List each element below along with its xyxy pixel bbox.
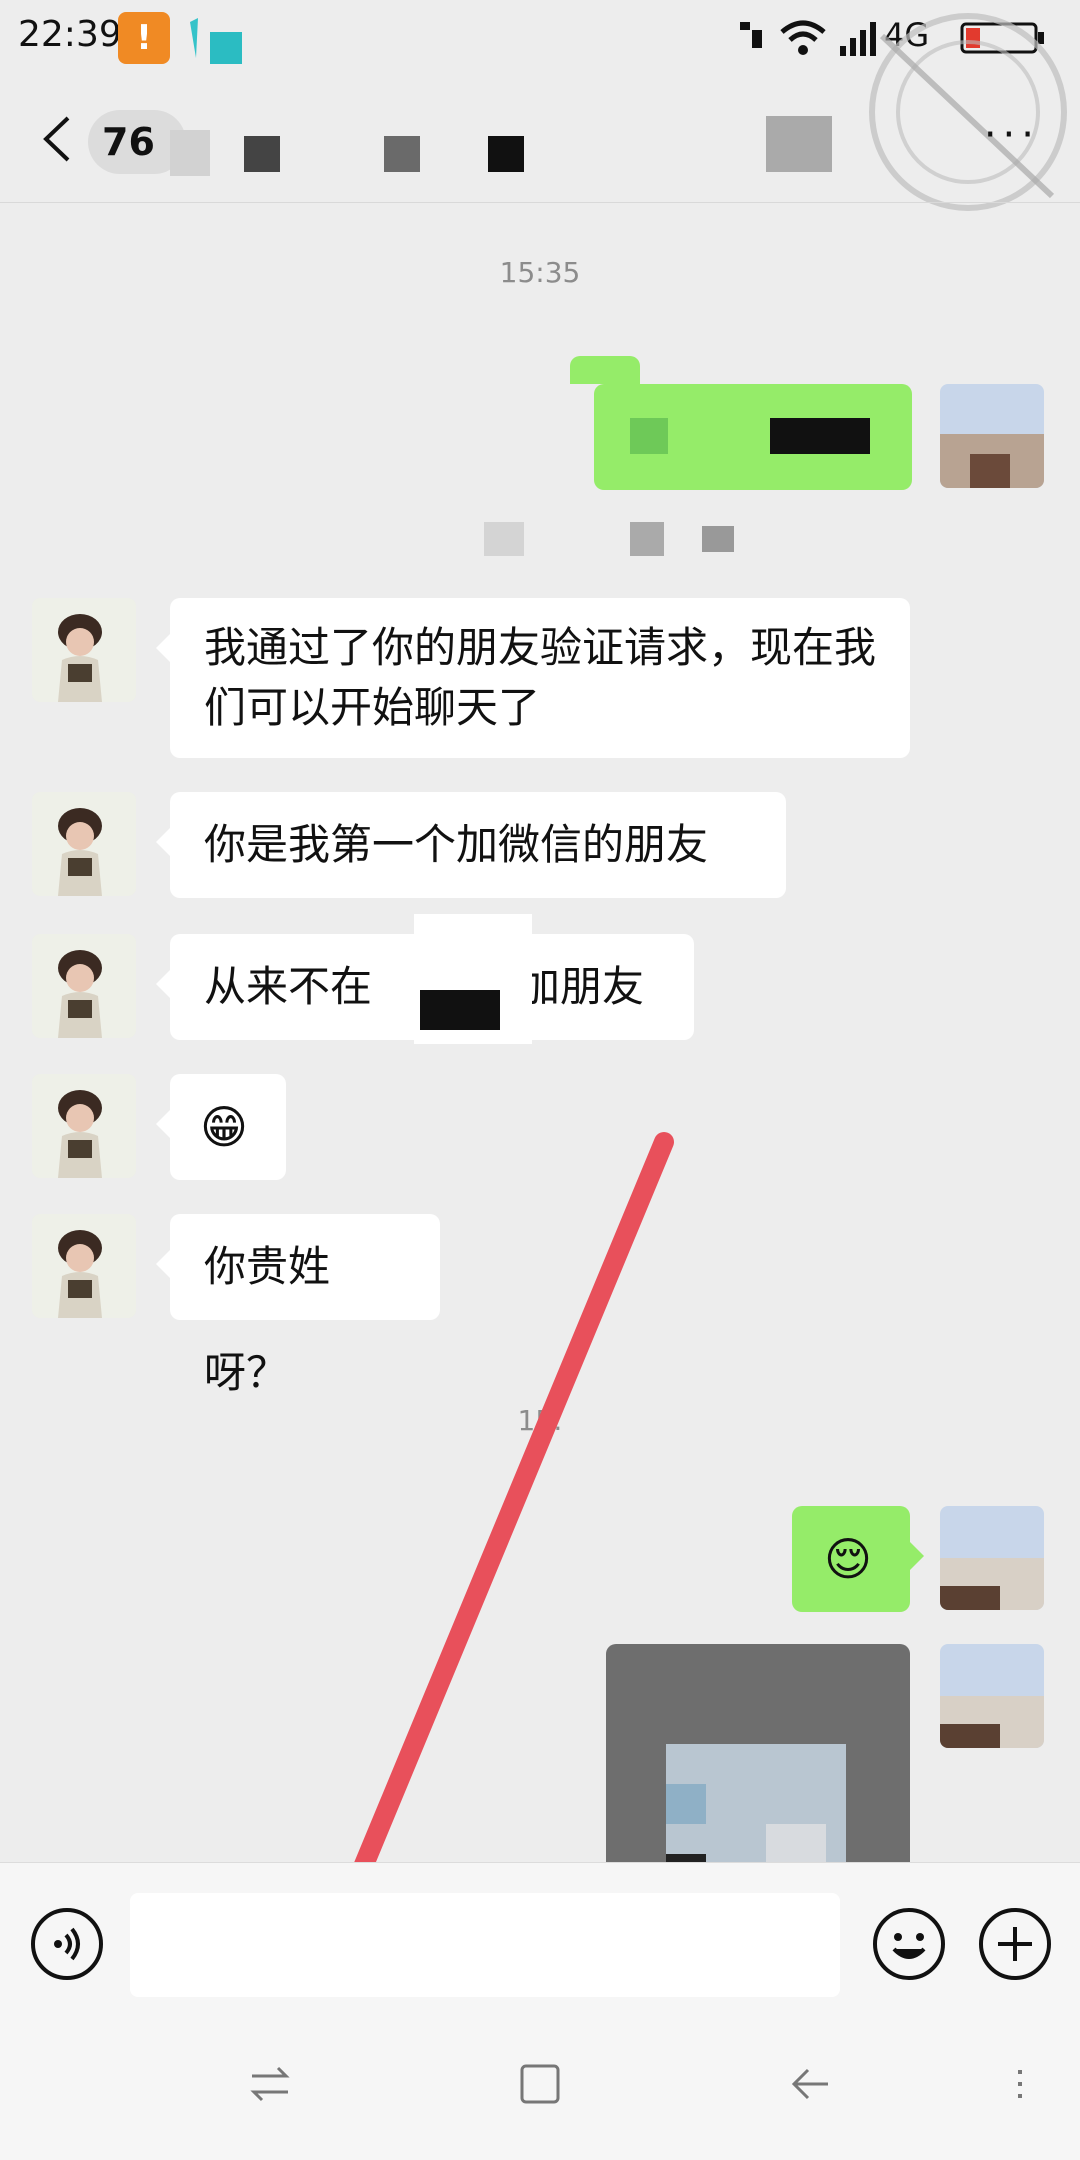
avatar-image	[32, 1214, 136, 1318]
relieved-emoji: 😌	[824, 1532, 872, 1586]
chevron-left-icon[interactable]	[38, 114, 78, 164]
chat-header: 76 ···	[0, 80, 1080, 203]
menu-icon[interactable]	[1010, 2060, 1030, 2108]
friend-avatar[interactable]	[32, 598, 136, 702]
voice-icon[interactable]	[28, 1905, 106, 1983]
timestamp: 15:	[517, 1404, 563, 1437]
message-text: 你贵姓呀？	[204, 1242, 331, 1397]
more-menu-icon[interactable]: ···	[984, 112, 1040, 158]
message-text-head: 从来不在	[204, 962, 373, 1011]
switch-app-icon[interactable]	[246, 2060, 294, 2108]
bubble-fragment	[570, 356, 640, 384]
battery-alert-icon: !	[118, 12, 170, 64]
self-avatar[interactable]	[940, 1506, 1044, 1610]
input-bar	[0, 1862, 1080, 2013]
image-message[interactable]	[606, 1644, 910, 1884]
friend-avatar[interactable]	[32, 1074, 136, 1178]
self-emoji-bubble[interactable]: 😌	[792, 1506, 924, 1612]
message-text: 你是我第一个加微信的朋友	[204, 820, 709, 869]
avatar-image	[32, 792, 136, 896]
self-avatar[interactable]	[940, 1644, 1044, 1748]
message-text: 我通过了你的朋友验证请求，现在我们可以开始聊天了	[204, 623, 877, 732]
friend-avatar[interactable]	[32, 1214, 136, 1318]
wifi-icon	[780, 20, 826, 55]
message-bubble[interactable]: 我通过了你的朋友验证请求，现在我们可以开始聊天了	[156, 598, 910, 758]
emoji-message-bubble[interactable]: 😁	[156, 1074, 286, 1180]
timestamp: 15:35	[499, 256, 581, 289]
avatar-image	[32, 1074, 136, 1178]
friend-avatar[interactable]	[32, 934, 136, 1038]
avatar-image	[32, 598, 136, 702]
message-bubble[interactable]: 你贵姓呀？	[156, 1214, 440, 1397]
message-input[interactable]	[130, 1893, 840, 1997]
system-nav-bar	[0, 2012, 1080, 2160]
home-icon[interactable]	[516, 2060, 564, 2108]
status-time: 22:39	[18, 14, 122, 55]
message-bubble[interactable]: 你是我第一个加微信的朋友	[156, 792, 786, 898]
self-message-redacted	[594, 384, 912, 490]
data-signal-icon	[740, 22, 762, 48]
redaction-block	[414, 914, 532, 1044]
avatar-image	[32, 934, 136, 1038]
grin-emoji: 😁	[200, 1100, 248, 1154]
friend-avatar[interactable]	[32, 792, 136, 896]
plus-icon[interactable]	[976, 1905, 1054, 1983]
app-notification-icon	[190, 18, 242, 64]
annotation-stroke	[346, 1132, 674, 1894]
smile-icon[interactable]	[870, 1905, 948, 1983]
self-avatar[interactable]	[940, 384, 1044, 488]
back-icon[interactable]	[786, 2060, 834, 2108]
